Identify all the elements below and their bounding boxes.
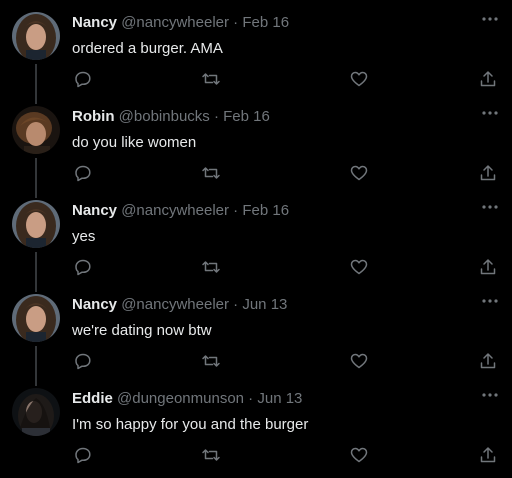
tweet[interactable]: Nancy @nancywheeler · Jun 13 we're datin… <box>0 282 512 376</box>
display-name[interactable]: Nancy <box>72 202 117 219</box>
tweet-actions <box>0 162 512 184</box>
reply-icon[interactable] <box>72 256 94 278</box>
tweet[interactable]: Eddie @dungeonmunson · Jun 13 I'm so hap… <box>0 376 512 470</box>
tweet[interactable]: Nancy @nancywheeler · Feb 16 ordered a b… <box>0 0 512 94</box>
more-icon[interactable] <box>480 386 500 404</box>
tweet-date[interactable]: Feb 16 <box>223 108 270 125</box>
retweet-icon[interactable] <box>200 68 222 90</box>
separator: · <box>209 108 224 125</box>
separator: · <box>229 296 243 313</box>
tweet-actions <box>0 256 512 278</box>
tweet-header: Nancy @nancywheeler · Feb 16 <box>72 13 289 33</box>
heart-icon[interactable] <box>348 444 370 466</box>
separator: · <box>229 202 243 219</box>
conversation-thread: Nancy @nancywheeler · Feb 16 ordered a b… <box>0 0 512 478</box>
avatar[interactable] <box>12 12 60 60</box>
tweet-actions <box>0 350 512 372</box>
separator: · <box>244 390 258 407</box>
tweet-header: Nancy @nancywheeler · Feb 16 <box>72 201 289 221</box>
heart-icon[interactable] <box>348 68 370 90</box>
reply-icon[interactable] <box>72 444 94 466</box>
display-name[interactable]: Nancy <box>72 14 117 31</box>
heart-icon[interactable] <box>348 162 370 184</box>
share-icon[interactable] <box>477 256 499 278</box>
handle[interactable]: @nancywheeler <box>121 202 229 219</box>
handle[interactable]: @nancywheeler <box>121 14 229 31</box>
tweet-text: do you like women <box>72 134 197 151</box>
tweet-date[interactable]: Feb 16 <box>242 202 289 219</box>
tweet-header: Robin @bobinbucks · Feb 16 <box>72 107 270 127</box>
tweet-text: ordered a burger. AMA <box>72 40 223 57</box>
display-name[interactable]: Nancy <box>72 296 117 313</box>
tweet-text: we're dating now btw <box>72 322 212 339</box>
separator: · <box>229 14 243 31</box>
share-icon[interactable] <box>477 444 499 466</box>
more-icon[interactable] <box>480 292 500 310</box>
tweet-actions <box>0 68 512 90</box>
avatar[interactable] <box>12 200 60 248</box>
heart-icon[interactable] <box>348 350 370 372</box>
more-icon[interactable] <box>480 198 500 216</box>
handle[interactable]: @nancywheeler <box>121 296 229 313</box>
retweet-icon[interactable] <box>200 162 222 184</box>
tweet-date[interactable]: Feb 16 <box>242 14 289 31</box>
retweet-icon[interactable] <box>200 444 222 466</box>
more-icon[interactable] <box>480 10 500 28</box>
reply-icon[interactable] <box>72 162 94 184</box>
tweet-date[interactable]: Jun 13 <box>242 296 287 313</box>
tweet-date[interactable]: Jun 13 <box>257 390 302 407</box>
avatar[interactable] <box>12 294 60 342</box>
more-icon[interactable] <box>480 104 500 122</box>
handle[interactable]: @dungeonmunson <box>117 390 244 407</box>
tweet-actions <box>0 444 512 466</box>
retweet-icon[interactable] <box>200 256 222 278</box>
heart-icon[interactable] <box>348 256 370 278</box>
retweet-icon[interactable] <box>200 350 222 372</box>
avatar[interactable] <box>12 388 60 436</box>
tweet[interactable]: Nancy @nancywheeler · Feb 16 yes <box>0 188 512 282</box>
avatar[interactable] <box>12 106 60 154</box>
tweet-header: Nancy @nancywheeler · Jun 13 <box>72 295 287 315</box>
share-icon[interactable] <box>477 162 499 184</box>
handle[interactable]: @bobinbucks <box>119 108 210 125</box>
share-icon[interactable] <box>477 68 499 90</box>
reply-icon[interactable] <box>72 68 94 90</box>
reply-icon[interactable] <box>72 350 94 372</box>
display-name[interactable]: Robin <box>72 108 115 125</box>
tweet-text: I'm so happy for you and the burger <box>72 416 309 433</box>
tweet[interactable]: Robin @bobinbucks · Feb 16 do you like w… <box>0 94 512 188</box>
share-icon[interactable] <box>477 350 499 372</box>
tweet-text: yes <box>72 228 96 245</box>
display-name[interactable]: Eddie <box>72 390 113 407</box>
tweet-header: Eddie @dungeonmunson · Jun 13 <box>72 389 302 409</box>
